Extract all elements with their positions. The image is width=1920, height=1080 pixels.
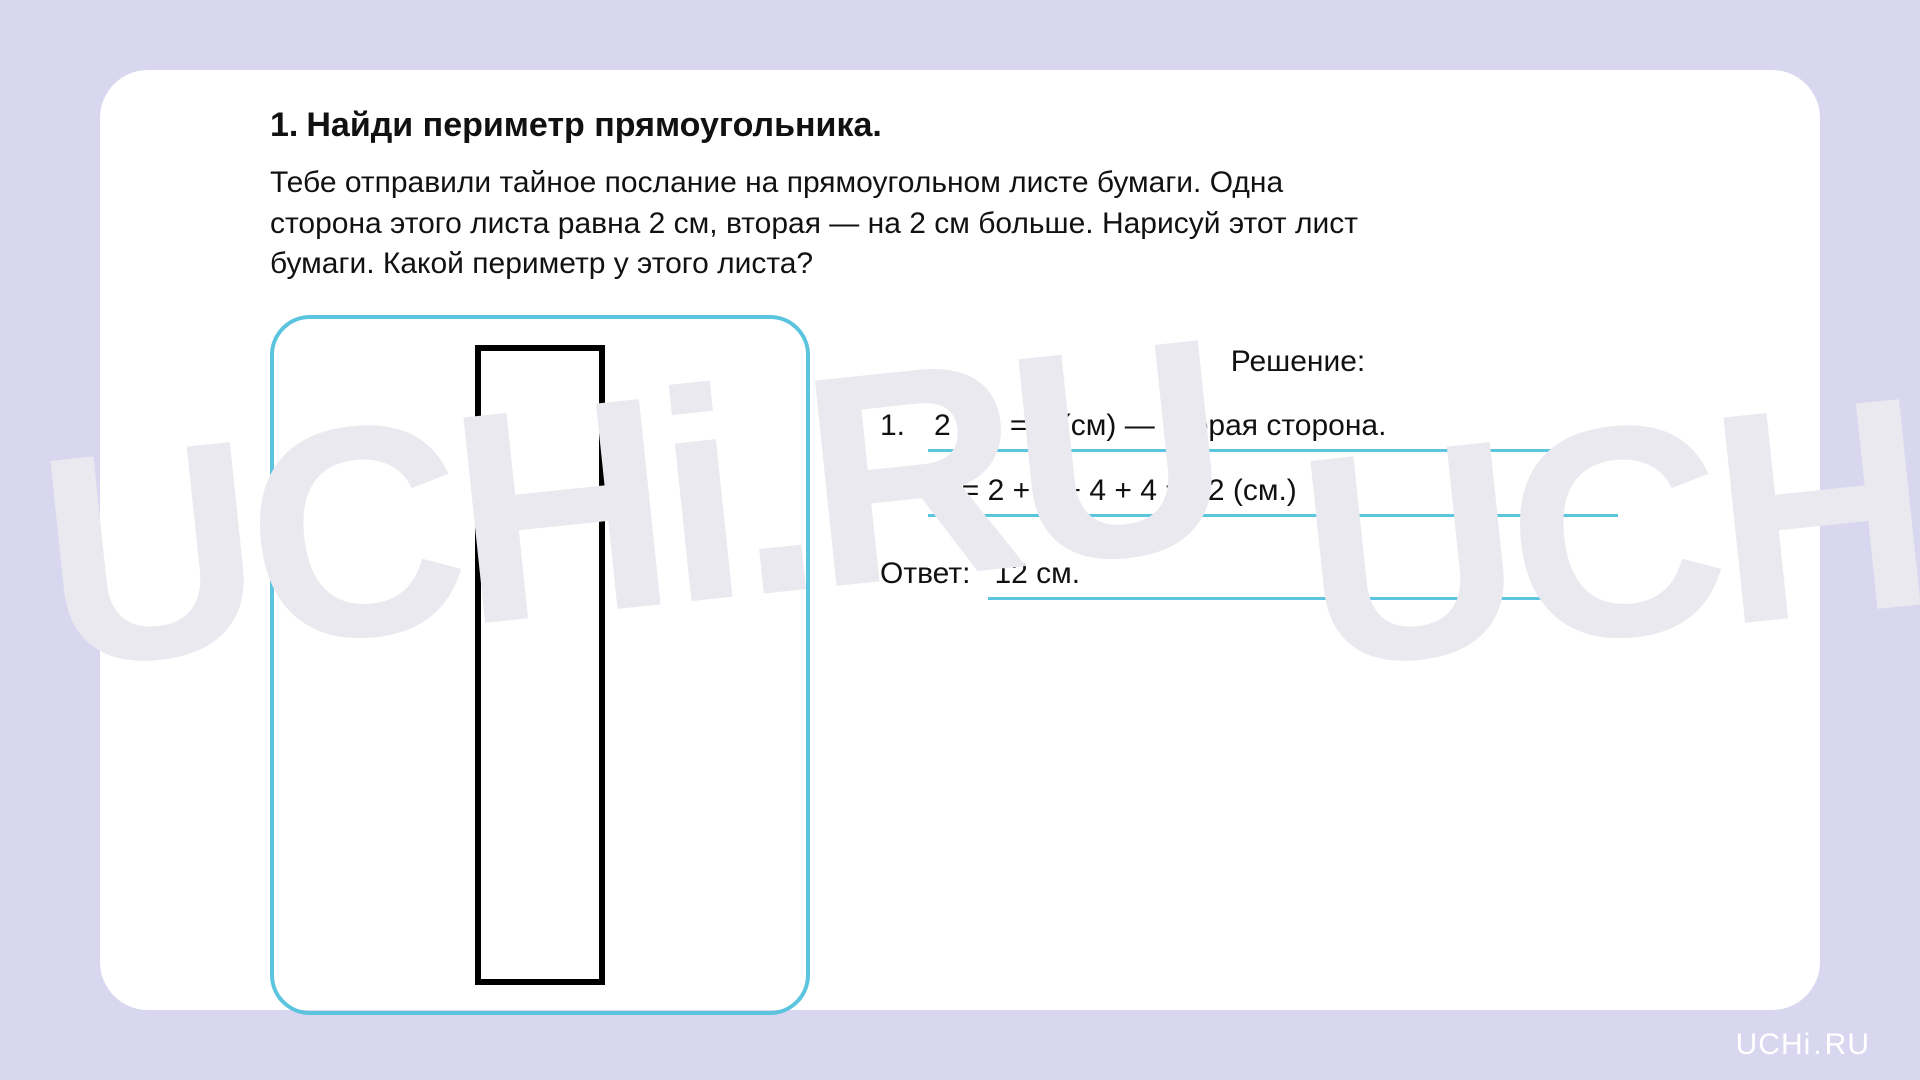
task-number: 1. [270,106,298,144]
step-text: P = 2 + 2 + 4 + 4 = 12 (см.) [928,474,1618,517]
step-number: 2. [880,474,928,508]
content-row: Решение: 1. 2 + 2 = 4 (см) — вторая стор… [270,315,1740,1015]
brand-dot: . [1813,1028,1822,1061]
exercise-card: UCHi.RU UCHi.RU 1.Найди периметр прямоуг… [100,70,1820,1010]
solution-step: 2. P = 2 + 2 + 4 + 4 = 12 (см.) [880,474,1740,517]
solution-step: 1. 2 + 2 = 4 (см) — вторая сторона. [880,409,1740,452]
step-text: 2 + 2 = 4 (см) — вторая сторона. [928,409,1618,452]
brand-right: RU [1825,1028,1870,1061]
answer-value: 12 см. [988,557,1578,600]
task-title: Найди периметр прямоугольника. [306,106,881,144]
task-body: Тебе отправили тайное послание на прямоу… [270,163,1390,285]
drawing-area [270,315,810,1015]
brand-logo: UCHi.RU [1736,1028,1870,1062]
step-number: 1. [880,409,928,443]
solution-heading: Решение: [978,345,1618,379]
answer-label: Ответ: [880,557,970,591]
answer-row: Ответ: 12 см. [880,557,1740,600]
solution-area: Решение: 1. 2 + 2 = 4 (см) — вторая стор… [880,315,1740,600]
task-heading: 1.Найди периметр прямоугольника. [270,106,1740,145]
brand-left: UCHi [1736,1028,1812,1061]
rectangle-shape [475,345,605,985]
